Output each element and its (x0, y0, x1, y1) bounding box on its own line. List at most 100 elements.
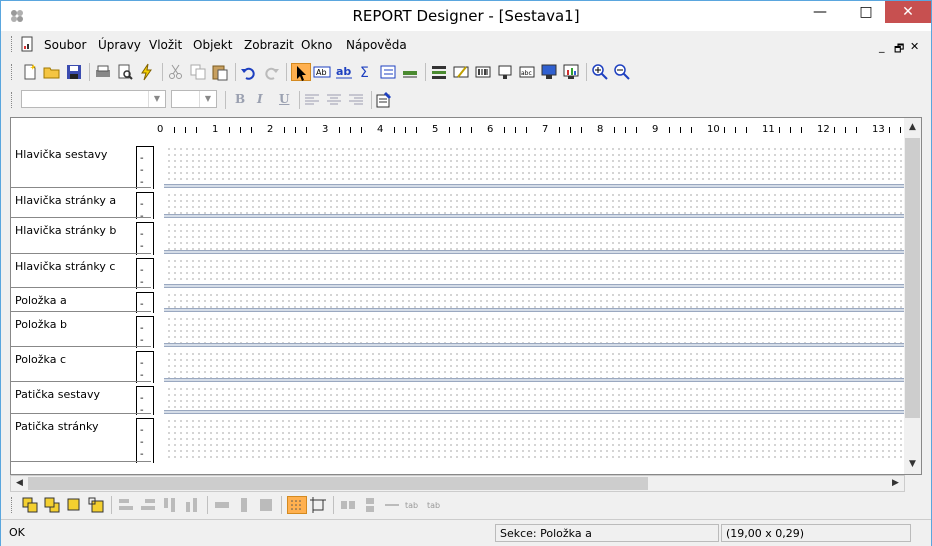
cut-icon[interactable] (167, 63, 187, 81)
section-icon[interactable] (430, 63, 450, 81)
maximize-button[interactable]: □ (843, 1, 889, 23)
toolbar-grip[interactable] (11, 64, 15, 80)
send-backward-icon[interactable] (87, 496, 107, 514)
mdi-close-button[interactable]: ✕ (910, 40, 919, 53)
report-section[interactable]: Patička stránky - - - (11, 414, 907, 463)
same-size-icon[interactable] (257, 496, 277, 514)
bring-forward-icon[interactable] (65, 496, 85, 514)
chevron-down-icon[interactable]: ▼ (148, 91, 165, 107)
spacing-icon[interactable] (383, 496, 403, 514)
scroll-right-icon[interactable]: ▶ (888, 476, 903, 491)
menu-soubor[interactable]: Soubor (44, 38, 86, 52)
align-right-icon[interactable] (347, 91, 367, 109)
section-canvas[interactable] (164, 384, 907, 410)
new-file-icon[interactable] (21, 63, 41, 81)
vertical-scrollbar[interactable]: ▲ ▼ (904, 118, 921, 474)
toolbar-grip[interactable] (11, 36, 15, 52)
section-resize-handle[interactable]: -- (136, 316, 154, 348)
tab-order-reverse-icon[interactable]: tab (427, 496, 447, 514)
section-canvas[interactable] (164, 416, 907, 458)
line-icon[interactable] (401, 63, 421, 81)
section-canvas[interactable] (164, 314, 907, 343)
section-resize-handle[interactable]: -- (136, 386, 154, 416)
bold-button[interactable]: B (235, 92, 245, 106)
toolbar-grip[interactable] (11, 497, 15, 513)
graph-icon[interactable] (562, 63, 582, 81)
section-resize-handle[interactable]: -- (136, 222, 154, 255)
mdi-minimize-button[interactable]: _ (879, 40, 885, 53)
menu-upravy[interactable]: Úpravy (98, 38, 141, 52)
section-resize-handle[interactable]: -- (136, 258, 154, 289)
align-left-icon[interactable] (303, 91, 323, 109)
section-canvas[interactable] (164, 220, 907, 250)
align-top-edges-icon[interactable] (161, 496, 181, 514)
properties-icon[interactable] (375, 91, 395, 109)
italic-button[interactable]: I (257, 92, 263, 106)
select-pointer-icon[interactable] (291, 63, 311, 81)
toolbar-grip[interactable] (11, 92, 15, 108)
section-canvas[interactable] (164, 290, 907, 308)
label-ab-icon[interactable]: ab (335, 63, 355, 81)
same-height-icon[interactable] (235, 496, 255, 514)
open-folder-icon[interactable] (43, 63, 63, 81)
section-canvas[interactable] (164, 349, 907, 378)
save-icon[interactable] (65, 63, 85, 81)
section-resize-handle[interactable]: --- (136, 418, 154, 463)
chart-monitor-icon[interactable] (540, 63, 560, 81)
tab-order-icon[interactable]: tab (405, 496, 425, 514)
chevron-down-icon[interactable]: ▼ (199, 91, 216, 107)
section-resize-handle[interactable]: -- (136, 351, 154, 383)
section-resize-handle[interactable]: - (136, 292, 154, 313)
sum-icon[interactable]: Σ (357, 63, 377, 81)
section-resize-handle[interactable]: --- (136, 146, 154, 189)
report-design-area[interactable]: 0 1 2 3 4 5 6 7 8 9 10 11 12 13 Hlavička sestavy - - - Hl… (10, 117, 922, 475)
horizontal-scroll-thumb[interactable] (28, 477, 648, 490)
redo-icon[interactable] (262, 63, 282, 81)
print-preview-icon[interactable] (116, 63, 136, 81)
mdi-restore-button[interactable]: 🗗 (894, 40, 904, 59)
copy-icon[interactable] (189, 63, 209, 81)
section-canvas[interactable] (164, 190, 907, 214)
scroll-down-icon[interactable]: ▼ (905, 457, 920, 472)
zoom-in-icon[interactable] (591, 63, 611, 81)
report-section[interactable]: Hlavička sestavy - - - (11, 142, 907, 189)
undo-icon[interactable] (240, 63, 260, 81)
grid-icon[interactable] (287, 496, 307, 514)
same-width-icon[interactable] (213, 496, 233, 514)
document-icon[interactable] (19, 36, 35, 52)
menu-zobrazit[interactable]: Zobrazit (244, 38, 294, 52)
scroll-left-icon[interactable]: ◀ (12, 476, 27, 491)
send-back-icon[interactable] (43, 496, 63, 514)
vertical-scroll-thumb[interactable] (905, 138, 920, 418)
text-field-icon[interactable]: Ab (313, 63, 333, 81)
font-name-select[interactable]: ▼ (21, 90, 166, 108)
report-section[interactable]: Hlavička stránky c -- (11, 254, 907, 289)
minimize-button[interactable]: — (797, 1, 843, 23)
snap-to-grid-icon[interactable] (309, 496, 329, 514)
paste-icon[interactable] (211, 63, 231, 81)
subreport-icon[interactable]: abc (518, 63, 538, 81)
bring-front-icon[interactable] (21, 496, 41, 514)
report-section[interactable]: Položka c -- (11, 347, 907, 383)
print-icon[interactable] (94, 63, 114, 81)
section-canvas[interactable] (164, 256, 907, 284)
image-frame-icon[interactable] (496, 63, 516, 81)
list-field-icon[interactable] (379, 63, 399, 81)
scroll-up-icon[interactable]: ▲ (905, 120, 920, 135)
section-canvas[interactable] (164, 144, 907, 184)
font-size-select[interactable]: ▼ (171, 90, 217, 108)
menu-napoveda[interactable]: Nápověda (346, 38, 407, 52)
center-horizontal-icon[interactable] (339, 496, 359, 514)
report-section[interactable]: Položka b -- (11, 312, 907, 348)
edit-section-icon[interactable] (452, 63, 472, 81)
barcode-icon[interactable] (474, 63, 494, 81)
align-left-edges-icon[interactable] (117, 496, 137, 514)
align-bottom-edges-icon[interactable] (183, 496, 203, 514)
menu-okno[interactable]: Okno (301, 38, 332, 52)
report-section[interactable]: Hlavička stránky b -- (11, 218, 907, 255)
close-button[interactable]: ✕ (885, 1, 931, 23)
menu-vlozit[interactable]: Vložit (149, 38, 182, 52)
horizontal-scrollbar[interactable]: ◀ ▶ (10, 475, 905, 492)
align-right-edges-icon[interactable] (139, 496, 159, 514)
menu-objekt[interactable]: Objekt (193, 38, 232, 52)
